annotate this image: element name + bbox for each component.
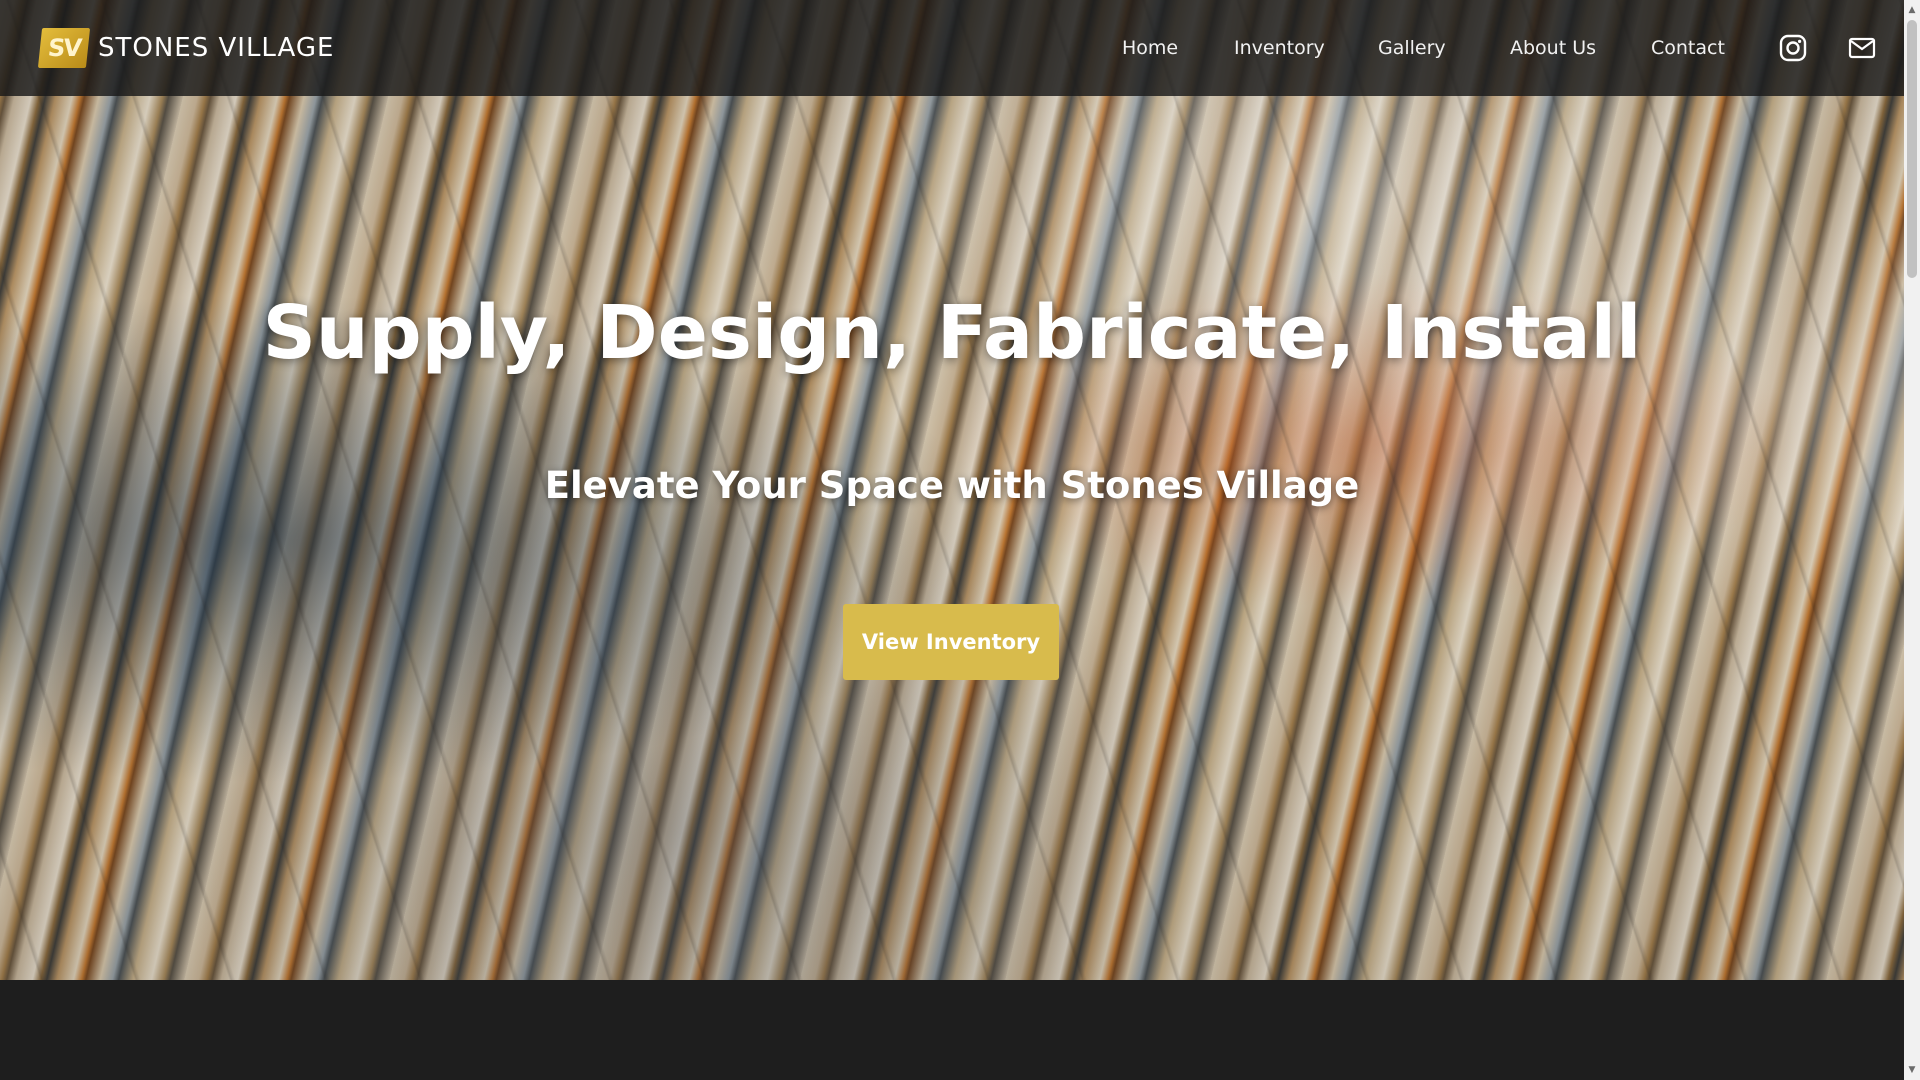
page: SV STONES VILLAGE Home Inventory Gallery… [0, 0, 1904, 1080]
site-logo[interactable]: SV STONES VILLAGE [37, 28, 335, 68]
logo-mark: SV [37, 28, 91, 68]
nav-home[interactable]: Home [1122, 37, 1178, 59]
nav-inventory[interactable]: Inventory [1234, 37, 1325, 59]
lower-section [0, 980, 1904, 1080]
view-inventory-button[interactable]: View Inventory [843, 604, 1059, 680]
nav-gallery[interactable]: Gallery [1378, 37, 1446, 59]
navbar: SV STONES VILLAGE Home Inventory Gallery… [0, 0, 1904, 96]
hero-subtitle: Elevate Your Space with Stones Village [544, 464, 1360, 507]
page-scrollbar[interactable]: ▲ ▼ [1904, 0, 1920, 1080]
brand-name: STONES VILLAGE [98, 33, 335, 63]
scroll-up-arrow-icon[interactable]: ▲ [1904, 2, 1920, 18]
scroll-thumb[interactable] [1907, 20, 1917, 278]
instagram-icon[interactable] [1779, 34, 1807, 62]
mail-icon[interactable] [1848, 36, 1876, 60]
nav-contact[interactable]: Contact [1651, 37, 1725, 59]
nav-about-us[interactable]: About Us [1510, 37, 1596, 59]
hero-content: Supply, Design, Fabricate, Install Eleva… [0, 0, 1904, 980]
scroll-down-arrow-icon[interactable]: ▼ [1904, 1062, 1920, 1078]
hero-title: Supply, Design, Fabricate, Install [262, 290, 1642, 376]
